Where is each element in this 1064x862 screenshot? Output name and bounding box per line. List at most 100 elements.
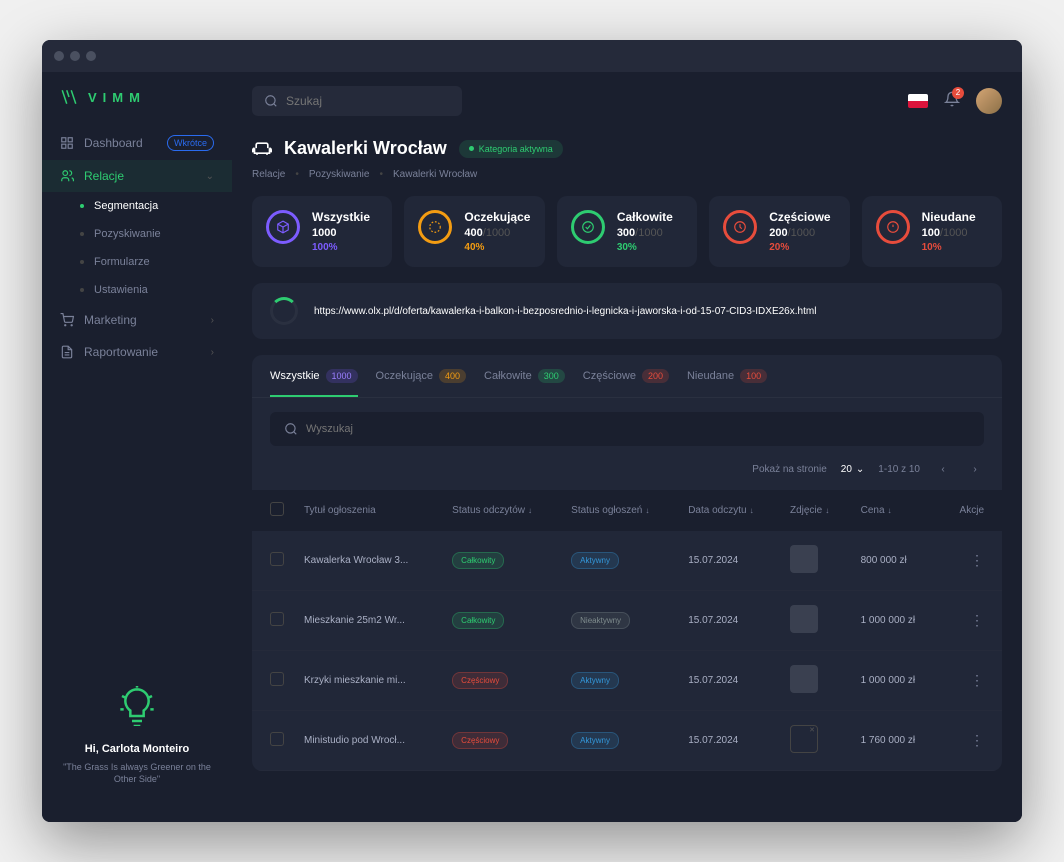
cart-icon [60, 313, 74, 327]
stat-label: Nieudane [922, 210, 976, 224]
nav-raportowanie[interactable]: Raportowanie › [42, 336, 232, 368]
nav-marketing[interactable]: Marketing › [42, 304, 232, 336]
thumbnail [790, 725, 818, 753]
global-search[interactable] [252, 86, 462, 116]
prev-page-button[interactable]: ‹ [934, 460, 952, 478]
tab-częściowe[interactable]: Częściowe 200 [583, 369, 669, 397]
table-row[interactable]: Kawalerka Wrocław 3... Całkowity Aktywny… [252, 531, 1002, 591]
user-avatar[interactable] [976, 88, 1002, 114]
row-checkbox[interactable] [270, 672, 284, 686]
stat-percent: 100% [312, 242, 370, 253]
chevron-right-icon: › [211, 315, 214, 326]
table-search-input[interactable] [306, 423, 970, 435]
row-checkbox[interactable] [270, 732, 284, 746]
table-search[interactable] [270, 412, 984, 446]
stat-card[interactable]: Oczekujące 400/1000 40% [404, 196, 544, 267]
sort-icon: ↓ [825, 506, 829, 515]
stat-value: 1000 [312, 227, 370, 239]
notifications-button[interactable]: 2 [944, 91, 960, 112]
col-status-ad[interactable]: Status ogłoszeń↓ [561, 490, 678, 531]
page-range: 1-10 z 10 [878, 464, 920, 475]
nav-label: Marketing [84, 313, 137, 327]
thumbnail [790, 545, 818, 573]
traffic-light-min[interactable] [70, 51, 80, 61]
stat-percent: 40% [464, 242, 530, 253]
row-actions-button[interactable]: ⋮ [970, 552, 984, 568]
per-page-select[interactable]: 20⌄ [841, 464, 865, 475]
tab-całkowite[interactable]: Całkowite 300 [484, 369, 565, 397]
language-flag[interactable] [908, 94, 928, 108]
tab-label: Oczekujące [376, 370, 433, 382]
topbar: 2 [232, 72, 1022, 130]
tab-count: 200 [642, 369, 669, 383]
nav-sub-pozyskiwanie[interactable]: Pozyskiwanie [42, 220, 232, 248]
next-page-button[interactable]: › [966, 460, 984, 478]
tab-nieudane[interactable]: Nieudane 100 [687, 369, 767, 397]
nav-sub-label: Ustawienia [94, 284, 148, 296]
category-active-badge: Kategoria aktywna [459, 140, 563, 158]
search-input[interactable] [286, 94, 450, 108]
row-checkbox[interactable] [270, 552, 284, 566]
stat-value: 400/1000 [464, 227, 530, 239]
notification-count: 2 [952, 87, 964, 99]
logo[interactable]: VIMM [42, 88, 232, 126]
col-date[interactable]: Data odczytu↓ [678, 490, 780, 531]
table-row[interactable]: Mieszkanie 25m2 Wr... Całkowity Nieaktyw… [252, 591, 1002, 651]
greeting-text: Hi, Carlota Monteiro [62, 743, 212, 755]
breadcrumb-sep: • [295, 169, 299, 180]
nav-sub-formularze[interactable]: Formularze [42, 248, 232, 276]
traffic-light-max[interactable] [86, 51, 96, 61]
stat-value: 100/1000 [922, 227, 976, 239]
stat-label: Wszystkie [312, 210, 370, 224]
status-read-badge: Częściowy [452, 672, 508, 689]
stat-percent: 20% [769, 242, 830, 253]
loading-spinner-icon [270, 297, 298, 325]
page-title-row: Kawalerki Wrocław Kategoria aktywna [252, 138, 1002, 159]
stat-card[interactable]: Nieudane 100/1000 10% [862, 196, 1002, 267]
table-row[interactable]: Krzyki mieszkanie mi... Częściowy Aktywn… [252, 651, 1002, 711]
dot-icon [80, 204, 84, 208]
stat-card[interactable]: Częściowe 200/1000 20% [709, 196, 849, 267]
chevron-down-icon: ⌄ [856, 464, 864, 475]
breadcrumb: Relacje • Pozyskiwanie • Kawalerki Wrocł… [252, 169, 1002, 180]
stat-card[interactable]: Wszystkie 1000 100% [252, 196, 392, 267]
nav-relacje[interactable]: Relacje ⌄ [42, 160, 232, 192]
chevron-down-icon: ⌄ [206, 171, 214, 182]
stat-card[interactable]: Całkowite 300/1000 30% [557, 196, 697, 267]
breadcrumb-item[interactable]: Relacje [252, 169, 285, 180]
breadcrumb-item[interactable]: Pozyskiwanie [309, 169, 370, 180]
col-price[interactable]: Cena↓ [851, 490, 940, 531]
sofa-icon [252, 139, 272, 159]
traffic-light-close[interactable] [54, 51, 64, 61]
col-image[interactable]: Zdjęcie↓ [780, 490, 851, 531]
window-titlebar [42, 40, 1022, 72]
sidebar-footer: Hi, Carlota Monteiro "The Grass Is alway… [42, 666, 232, 806]
users-icon [60, 169, 74, 183]
tab-label: Nieudane [687, 370, 734, 382]
stats-row: Wszystkie 1000 100% Oczekujące 400/1000 … [232, 196, 1022, 283]
nav-dashboard[interactable]: Dashboard Wkrótce [42, 126, 232, 160]
tab-wszystkie[interactable]: Wszystkie 1000 [270, 369, 358, 397]
stat-value: 200/1000 [769, 227, 830, 239]
tab-label: Całkowite [484, 370, 532, 382]
cell-title: Mieszkanie 25m2 Wr... [294, 591, 442, 651]
row-checkbox[interactable] [270, 612, 284, 626]
tab-oczekujące[interactable]: Oczekujące 400 [376, 369, 467, 397]
lightbulb-icon [117, 686, 157, 726]
page-title: Kawalerki Wrocław [284, 138, 447, 159]
search-icon [264, 94, 278, 108]
row-actions-button[interactable]: ⋮ [970, 672, 984, 688]
table-row[interactable]: Ministudio pod Wrocł... Częściowy Aktywn… [252, 711, 1002, 771]
stat-ring-icon [266, 210, 300, 244]
col-title[interactable]: Tytuł ogłoszenia [294, 490, 442, 531]
nav-sub-ustawienia[interactable]: Ustawienia [42, 276, 232, 304]
select-all-checkbox[interactable] [270, 502, 284, 516]
search-icon [284, 422, 298, 436]
row-actions-button[interactable]: ⋮ [970, 612, 984, 628]
row-actions-button[interactable]: ⋮ [970, 732, 984, 748]
col-status-read[interactable]: Status odczytów↓ [442, 490, 561, 531]
stat-percent: 10% [922, 242, 976, 253]
stat-ring-icon [876, 210, 910, 244]
nav-sub-segmentacja[interactable]: Segmentacja [42, 192, 232, 220]
thumbnail [790, 605, 818, 633]
